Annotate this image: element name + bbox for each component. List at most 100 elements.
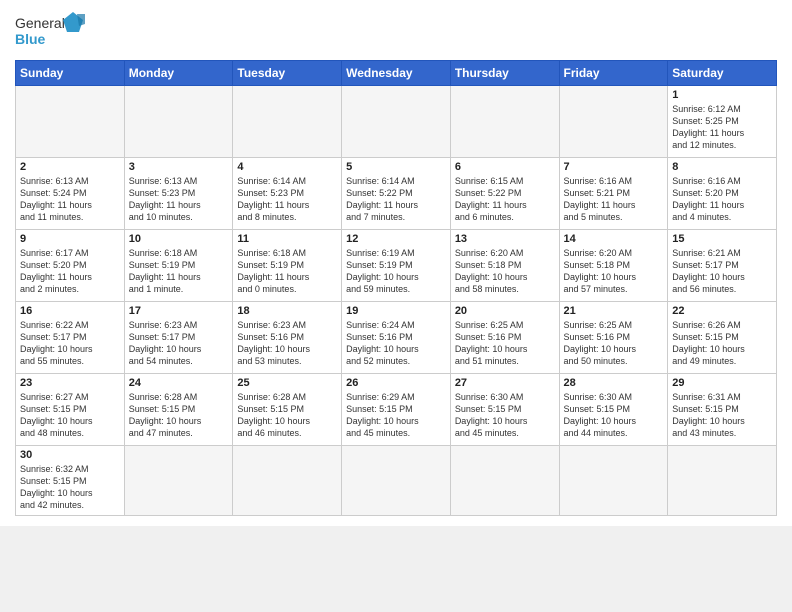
calendar-cell: 11 Sunrise: 6:18 AM Sunset: 5:19 PM Dayli… xyxy=(233,230,342,302)
day-info: Sunrise: 6:24 AM Sunset: 5:16 PM Dayligh… xyxy=(346,319,446,368)
calendar-row: 9 Sunrise: 6:17 AM Sunset: 5:20 PM Daylig… xyxy=(16,230,777,302)
calendar-cell: 20 Sunrise: 6:25 AM Sunset: 5:16 PM Dayli… xyxy=(450,302,559,374)
day-number: 10 xyxy=(129,233,229,245)
calendar-cell: 30 Sunrise: 6:32 AM Sunset: 5:15 PM Dayli… xyxy=(16,446,125,516)
day-info: Sunrise: 6:17 AM Sunset: 5:20 PM Dayligh… xyxy=(20,247,120,296)
day-info: Sunrise: 6:30 AM Sunset: 5:15 PM Dayligh… xyxy=(455,391,555,440)
calendar-cell: 26 Sunrise: 6:29 AM Sunset: 5:15 PM Dayli… xyxy=(342,374,451,446)
day-number: 20 xyxy=(455,305,555,317)
generalblue-logo-icon: General Blue xyxy=(15,10,85,52)
day-number: 3 xyxy=(129,161,229,173)
svg-text:Blue: Blue xyxy=(15,31,46,47)
day-info: Sunrise: 6:30 AM Sunset: 5:15 PM Dayligh… xyxy=(564,391,664,440)
day-number: 24 xyxy=(129,377,229,389)
calendar-cell: 15 Sunrise: 6:21 AM Sunset: 5:17 PM Dayli… xyxy=(668,230,777,302)
day-number: 23 xyxy=(20,377,120,389)
day-info: Sunrise: 6:13 AM Sunset: 5:23 PM Dayligh… xyxy=(129,175,229,224)
header: General Blue xyxy=(15,10,777,52)
calendar-cell: 29Sunrise: 6:31 AM Sunset: 5:15 PM Dayli… xyxy=(668,374,777,446)
day-number: 19 xyxy=(346,305,446,317)
calendar-cell xyxy=(233,446,342,516)
day-number: 7 xyxy=(564,161,664,173)
calendar-cell: 25 Sunrise: 6:28 AM Sunset: 5:15 PM Dayli… xyxy=(233,374,342,446)
day-number: 1 xyxy=(672,89,772,101)
day-info: Sunrise: 6:18 AM Sunset: 5:19 PM Dayligh… xyxy=(129,247,229,296)
day-info: Sunrise: 6:16 AM Sunset: 5:20 PM Dayligh… xyxy=(672,175,772,224)
calendar-cell xyxy=(233,86,342,158)
day-number: 27 xyxy=(455,377,555,389)
day-number: 9 xyxy=(20,233,120,245)
day-number: 26 xyxy=(346,377,446,389)
weekday-monday: Monday xyxy=(124,61,233,86)
calendar-cell: 1 Sunrise: 6:12 AM Sunset: 5:25 PM Daylig… xyxy=(668,86,777,158)
weekday-tuesday: Tuesday xyxy=(233,61,342,86)
calendar-cell: 22 Sunrise: 6:26 AM Sunset: 5:15 PM Dayli… xyxy=(668,302,777,374)
day-number: 30 xyxy=(20,449,120,461)
day-number: 17 xyxy=(129,305,229,317)
day-info: Sunrise: 6:18 AM Sunset: 5:19 PM Dayligh… xyxy=(237,247,337,296)
calendar-cell xyxy=(450,86,559,158)
day-number: 29 xyxy=(672,377,772,389)
weekday-friday: Friday xyxy=(559,61,668,86)
weekday-saturday: Saturday xyxy=(668,61,777,86)
day-info: Sunrise: 6:25 AM Sunset: 5:16 PM Dayligh… xyxy=(564,319,664,368)
calendar-row: 1 Sunrise: 6:12 AM Sunset: 5:25 PM Daylig… xyxy=(16,86,777,158)
calendar-cell: 19 Sunrise: 6:24 AM Sunset: 5:16 PM Dayli… xyxy=(342,302,451,374)
day-info: Sunrise: 6:26 AM Sunset: 5:15 PM Dayligh… xyxy=(672,319,772,368)
day-number: 6 xyxy=(455,161,555,173)
day-number: 12 xyxy=(346,233,446,245)
calendar-cell: 17 Sunrise: 6:23 AM Sunset: 5:17 PM Dayli… xyxy=(124,302,233,374)
day-info: Sunrise: 6:22 AM Sunset: 5:17 PM Dayligh… xyxy=(20,319,120,368)
calendar-row: 30 Sunrise: 6:32 AM Sunset: 5:15 PM Dayli… xyxy=(16,446,777,516)
day-number: 25 xyxy=(237,377,337,389)
calendar-cell: 14Sunrise: 6:20 AM Sunset: 5:18 PM Dayli… xyxy=(559,230,668,302)
day-info: Sunrise: 6:28 AM Sunset: 5:15 PM Dayligh… xyxy=(237,391,337,440)
day-number: 8 xyxy=(672,161,772,173)
day-info: Sunrise: 6:27 AM Sunset: 5:15 PM Dayligh… xyxy=(20,391,120,440)
day-info: Sunrise: 6:32 AM Sunset: 5:15 PM Dayligh… xyxy=(20,463,120,512)
calendar-cell: 12Sunrise: 6:19 AM Sunset: 5:19 PM Dayli… xyxy=(342,230,451,302)
calendar-cell: 16 Sunrise: 6:22 AM Sunset: 5:17 PM Dayli… xyxy=(16,302,125,374)
day-info: Sunrise: 6:14 AM Sunset: 5:22 PM Dayligh… xyxy=(346,175,446,224)
logo: General Blue xyxy=(15,10,85,52)
day-number: 11 xyxy=(237,233,337,245)
calendar-cell xyxy=(559,86,668,158)
weekday-sunday: Sunday xyxy=(16,61,125,86)
svg-text:General: General xyxy=(15,15,65,31)
calendar-cell xyxy=(16,86,125,158)
day-number: 18 xyxy=(237,305,337,317)
calendar: SundayMondayTuesdayWednesdayThursdayFrid… xyxy=(15,60,777,516)
day-number: 15 xyxy=(672,233,772,245)
weekday-wednesday: Wednesday xyxy=(342,61,451,86)
day-info: Sunrise: 6:29 AM Sunset: 5:15 PM Dayligh… xyxy=(346,391,446,440)
calendar-row: 16 Sunrise: 6:22 AM Sunset: 5:17 PM Dayli… xyxy=(16,302,777,374)
day-info: Sunrise: 6:25 AM Sunset: 5:16 PM Dayligh… xyxy=(455,319,555,368)
day-info: Sunrise: 6:20 AM Sunset: 5:18 PM Dayligh… xyxy=(455,247,555,296)
calendar-cell xyxy=(342,86,451,158)
day-number: 16 xyxy=(20,305,120,317)
calendar-cell xyxy=(668,446,777,516)
calendar-cell: 5 Sunrise: 6:14 AM Sunset: 5:22 PM Daylig… xyxy=(342,158,451,230)
day-info: Sunrise: 6:13 AM Sunset: 5:24 PM Dayligh… xyxy=(20,175,120,224)
day-info: Sunrise: 6:12 AM Sunset: 5:25 PM Dayligh… xyxy=(672,103,772,152)
calendar-cell: 7Sunrise: 6:16 AM Sunset: 5:21 PM Daylig… xyxy=(559,158,668,230)
day-number: 28 xyxy=(564,377,664,389)
day-info: Sunrise: 6:23 AM Sunset: 5:17 PM Dayligh… xyxy=(129,319,229,368)
weekday-header-row: SundayMondayTuesdayWednesdayThursdayFrid… xyxy=(16,61,777,86)
day-number: 4 xyxy=(237,161,337,173)
calendar-cell xyxy=(450,446,559,516)
calendar-row: 2 Sunrise: 6:13 AM Sunset: 5:24 PM Daylig… xyxy=(16,158,777,230)
calendar-cell: 24Sunrise: 6:28 AM Sunset: 5:15 PM Dayli… xyxy=(124,374,233,446)
calendar-cell xyxy=(559,446,668,516)
calendar-cell: 9 Sunrise: 6:17 AM Sunset: 5:20 PM Daylig… xyxy=(16,230,125,302)
day-number: 21 xyxy=(564,305,664,317)
day-number: 13 xyxy=(455,233,555,245)
calendar-cell: 27 Sunrise: 6:30 AM Sunset: 5:15 PM Dayli… xyxy=(450,374,559,446)
day-number: 22 xyxy=(672,305,772,317)
calendar-cell: 6Sunrise: 6:15 AM Sunset: 5:22 PM Daylig… xyxy=(450,158,559,230)
calendar-cell: 18Sunrise: 6:23 AM Sunset: 5:16 PM Dayli… xyxy=(233,302,342,374)
day-number: 2 xyxy=(20,161,120,173)
day-number: 5 xyxy=(346,161,446,173)
day-info: Sunrise: 6:21 AM Sunset: 5:17 PM Dayligh… xyxy=(672,247,772,296)
weekday-thursday: Thursday xyxy=(450,61,559,86)
